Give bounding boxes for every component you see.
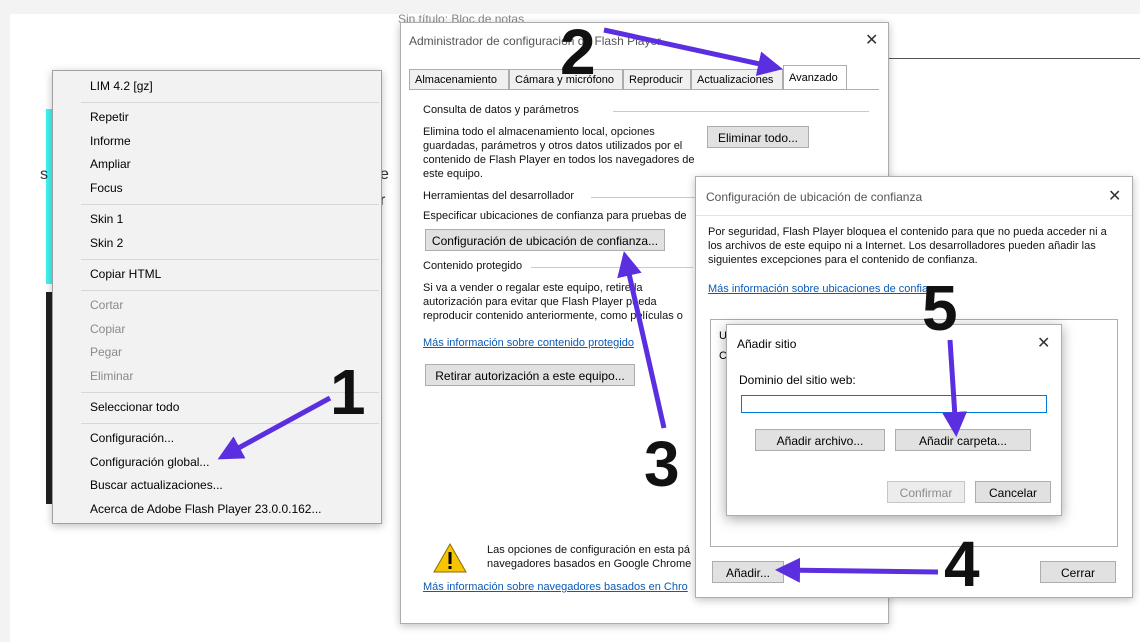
window-title: Administrador de configuración de Flash …	[409, 34, 662, 48]
data-description: Elimina todo el almacenamiento local, op…	[423, 126, 695, 180]
annotation-number-3: 3	[644, 428, 680, 500]
confirm-button: Confirmar	[887, 481, 965, 503]
warning-icon	[433, 542, 467, 573]
menu-separator	[81, 102, 379, 103]
menu-item-eliminar: Eliminar	[90, 369, 134, 383]
notepad-title-line	[880, 58, 1140, 59]
domain-input[interactable]	[741, 395, 1047, 413]
tab-avanzado[interactable]: Avanzado	[783, 65, 847, 89]
section-title-protected: Contenido protegido	[423, 260, 523, 272]
menu-item-cortar: Cortar	[90, 298, 124, 312]
menu-item-lim[interactable]: LIM 4.2 [gz]	[90, 79, 153, 93]
add-site-dialog: Añadir sitio ✕ Dominio del sitio web: Añ…	[726, 324, 1062, 516]
context-menu: LIM 4.2 [gz] Repetir Informe Ampliar Foc…	[52, 70, 382, 524]
close-icon[interactable]: ✕	[865, 33, 878, 49]
menu-item-copiar: Copiar	[90, 322, 126, 336]
menu-separator	[81, 204, 379, 205]
bg-glyph-s: s	[40, 166, 48, 183]
menu-item-skin2[interactable]: Skin 2	[90, 236, 123, 250]
annotation-number-2: 2	[560, 16, 596, 88]
menu-item-pegar: Pegar	[90, 345, 123, 359]
trusted-info-link[interactable]: Más información sobre ubicaciones de con…	[708, 283, 948, 295]
menu-item-configuracion-global[interactable]: Configuración global...	[90, 455, 209, 469]
menu-item-focus[interactable]: Focus	[90, 181, 123, 195]
menu-separator	[81, 259, 379, 260]
dialog-separator	[696, 215, 1132, 216]
annotation-number-4: 4	[944, 528, 980, 600]
close-button[interactable]: Cerrar	[1040, 561, 1116, 583]
tab-actualizaciones[interactable]: Actualizaciones	[691, 69, 783, 89]
section-title-dev: Herramientas del desarrollador	[423, 190, 575, 202]
dialog-title: Añadir sitio	[737, 337, 797, 351]
menu-item-buscar-actualizaciones[interactable]: Buscar actualizaciones...	[90, 478, 223, 492]
chrome-info-link[interactable]: Más información sobre navegadores basado…	[423, 581, 697, 593]
section-divider	[613, 111, 869, 112]
protected-content-link[interactable]: Más información sobre contenido protegid…	[423, 337, 693, 349]
annotation-number-5: 5	[922, 272, 958, 344]
close-icon[interactable]: ✕	[1037, 336, 1050, 352]
menu-item-ampliar[interactable]: Ampliar	[90, 157, 131, 171]
tab-reproducir[interactable]: Reproducir	[623, 69, 691, 89]
cancel-button[interactable]: Cancelar	[975, 481, 1051, 503]
section-divider	[531, 267, 693, 268]
footer-description: Las opciones de configuración en esta pá…	[487, 544, 692, 570]
tab-almacenamiento[interactable]: Almacenamiento	[409, 69, 509, 89]
section-title-data: Consulta de datos y parámetros	[423, 104, 579, 116]
add-file-button[interactable]: Añadir archivo...	[755, 429, 885, 451]
menu-item-skin1[interactable]: Skin 1	[90, 212, 123, 226]
annotation-number-1: 1	[330, 356, 366, 428]
menu-item-informe[interactable]: Informe	[90, 134, 131, 148]
dialog-title: Configuración de ubicación de confianza	[706, 190, 923, 204]
protected-description: Si va a vender o regalar este equipo, re…	[423, 282, 683, 325]
dev-description: Especificar ubicaciones de confianza par…	[423, 210, 687, 222]
menu-item-seleccionar-todo[interactable]: Seleccionar todo	[90, 400, 179, 414]
menu-item-acerca-de[interactable]: Acerca de Adobe Flash Player 23.0.0.162.…	[90, 502, 321, 516]
menu-item-configuracion[interactable]: Configuración...	[90, 431, 174, 445]
delete-all-button[interactable]: Eliminar todo...	[707, 126, 809, 148]
tab-panel-border	[409, 89, 879, 90]
tab-bar: Almacenamiento Cámara y micrófono Reprod…	[409, 65, 879, 89]
menu-item-copiar-html[interactable]: Copiar HTML	[90, 267, 161, 281]
add-button[interactable]: Añadir...	[712, 561, 784, 583]
menu-item-repetir[interactable]: Repetir	[90, 110, 129, 124]
close-icon[interactable]: ✕	[1108, 189, 1121, 205]
menu-separator	[81, 290, 379, 291]
dialog-description: Por seguridad, Flash Player bloquea el c…	[708, 226, 1107, 266]
add-folder-button[interactable]: Añadir carpeta...	[895, 429, 1031, 451]
domain-label: Dominio del sitio web:	[739, 373, 856, 387]
deauthorize-button[interactable]: Retirar autorización a este equipo...	[425, 364, 635, 386]
trusted-location-button[interactable]: Configuración de ubicación de confianza.…	[425, 229, 665, 251]
